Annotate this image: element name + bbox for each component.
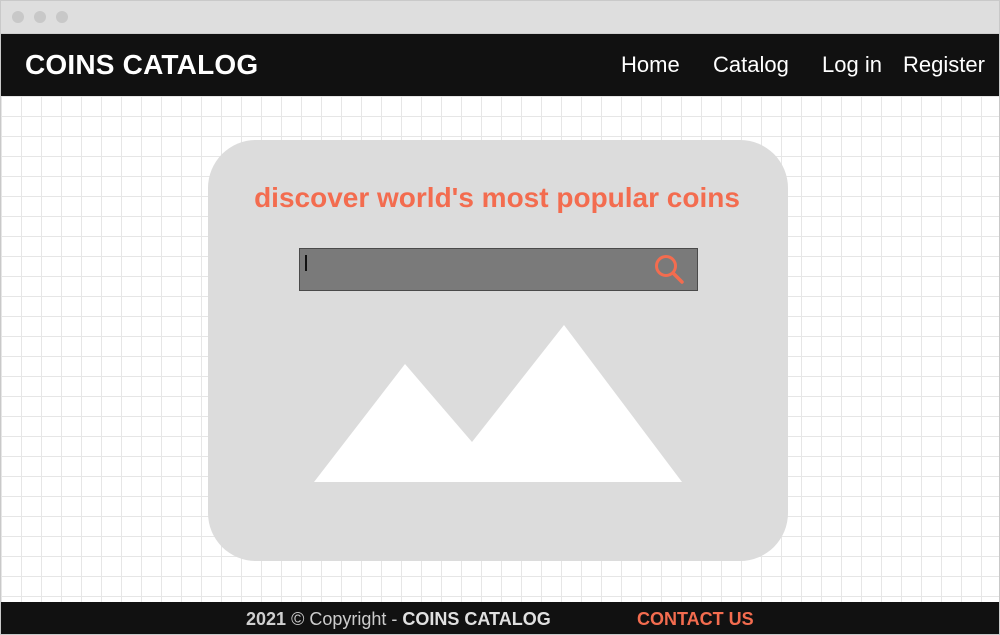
footer-year: 2021 (246, 609, 287, 629)
hero-tagline: discover world's most popular coins (254, 182, 740, 213)
search-bar (299, 248, 698, 291)
search-input[interactable] (303, 251, 651, 288)
window-titlebar (1, 1, 999, 34)
footer-copyright: 2021 © Copyright - COINS CATALOG (246, 602, 551, 634)
top-navbar: COINS CATALOG Home Catalog Log in Regist… (1, 34, 999, 96)
nav-home-link[interactable]: Home (621, 34, 680, 96)
contact-us-link[interactable]: CONTACT US (637, 602, 754, 634)
footer-brand: COINS CATALOG (402, 609, 551, 629)
search-icon[interactable] (653, 253, 687, 287)
nav-login-link[interactable]: Log in (822, 34, 882, 96)
hero-card: discover world's most popular coins (208, 140, 788, 561)
site-brand[interactable]: COINS CATALOG (25, 34, 258, 96)
nav-catalog-link[interactable]: Catalog (713, 34, 789, 96)
main-content: discover world's most popular coins (1, 96, 999, 602)
nav-register-link[interactable]: Register (903, 34, 985, 96)
window-close-dot[interactable] (12, 11, 24, 23)
window-maximize-dot[interactable] (56, 11, 68, 23)
footer-copyright-text: © Copyright - (291, 609, 398, 629)
browser-window: COINS CATALOG Home Catalog Log in Regist… (0, 0, 1000, 635)
window-minimize-dot[interactable] (34, 11, 46, 23)
page-footer: 2021 © Copyright - COINS CATALOG CONTACT… (1, 602, 999, 634)
